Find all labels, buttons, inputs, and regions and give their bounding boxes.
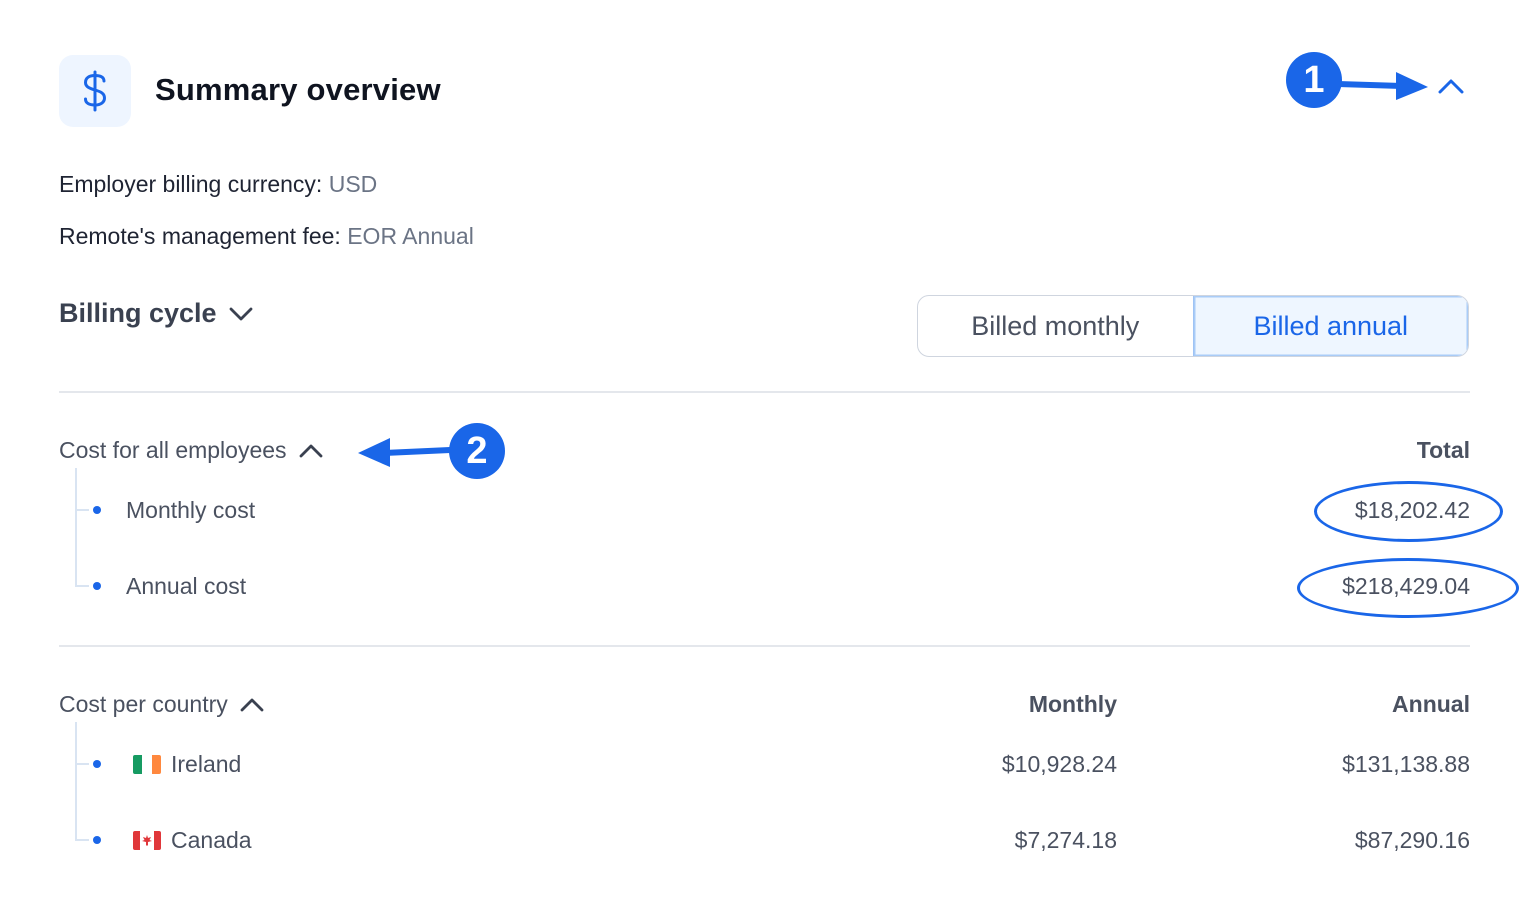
highlight-ellipse [1297,558,1519,618]
bullet-dot [93,836,101,844]
annual-cost-label: Annual cost [126,573,247,599]
chevron-up-icon [1438,79,1464,94]
ireland-monthly: $10,928.24 [1001,751,1117,777]
tree-branch [75,509,89,511]
annual-column-header: Annual [1392,691,1470,717]
annotation-arrow-2 [358,438,452,467]
highlight-ellipse [1314,481,1503,542]
bullet-dot [93,760,101,768]
canada-flag-icon [133,831,161,850]
employees-section-label: Cost for all employees [59,437,287,463]
bullet-dot [93,506,101,514]
tree-line [75,722,77,840]
tree-branch [75,839,89,841]
billing-currency-row: Employer billing currency: USD [59,171,377,198]
summary-icon-tile [59,55,131,127]
billing-currency-value: USD [328,171,378,197]
billing-toggle: Billed monthly Billed annual [917,295,1469,357]
annotation-badge-1: 1 [1286,52,1342,108]
management-fee-value: EOR Annual [347,223,474,249]
management-fee-row: Remote's management fee: EOR Annual [59,223,474,250]
country-row-canada: Canada [133,827,252,854]
country-name: Ireland [171,751,242,777]
billing-currency-label: Employer billing currency: [59,171,323,197]
tree-line [75,468,77,586]
chevron-up-icon [240,698,264,711]
monthly-column-header: Monthly [1028,691,1117,717]
divider [59,391,1470,393]
employees-section-toggle[interactable]: Cost for all employees [59,437,323,464]
canada-annual: $87,290.16 [1354,827,1470,853]
chevron-down-icon [229,307,252,320]
country-section-label: Cost per country [59,691,228,717]
billed-annual-option[interactable]: Billed annual [1192,296,1468,356]
country-name: Canada [171,827,252,853]
page-title: Summary overview [155,72,441,107]
annotation-arrow-1 [1338,72,1428,100]
monthly-cost-label: Monthly cost [126,497,256,523]
country-row-ireland: Ireland [133,751,241,778]
total-column-header: Total [1416,437,1470,463]
management-fee-label: Remote's management fee: [59,223,341,249]
collapse-summary-button[interactable] [1432,68,1470,104]
billing-cycle-dropdown[interactable]: Billing cycle [59,298,253,329]
divider [59,645,1470,647]
dollar-icon [83,70,107,112]
tree-branch [75,585,89,587]
billing-cycle-label: Billing cycle [59,298,217,328]
tree-branch [75,763,89,765]
ireland-annual: $131,138.88 [1342,751,1470,777]
canada-monthly: $7,274.18 [1014,827,1117,853]
ireland-flag-icon [133,755,161,774]
annotation-badge-2: 2 [449,423,505,479]
chevron-up-icon [299,444,322,457]
bullet-dot [93,582,101,590]
country-section-toggle[interactable]: Cost per country [59,691,264,718]
billed-monthly-option[interactable]: Billed monthly [918,296,1193,356]
